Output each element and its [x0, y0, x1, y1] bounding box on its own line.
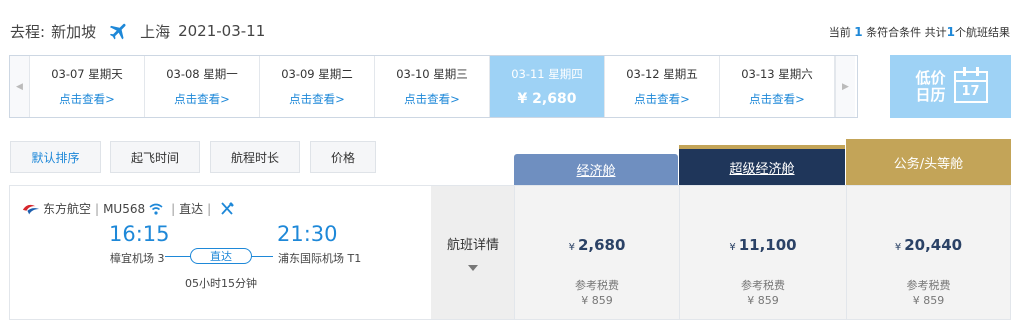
date-view-link[interactable]: 点击查看> [749, 91, 805, 107]
trip-header: 去程: 新加坡 上海 2021-03-11 [10, 18, 265, 44]
direct-badge: 直达 [190, 248, 252, 264]
date-cell[interactable]: 03-08 星期一 点击查看> [145, 56, 260, 117]
flight-details-toggle[interactable]: 航班详情 [431, 186, 515, 319]
tax-label: 参考税费 [906, 279, 951, 292]
price-cell-business[interactable]: ¥20,440 参考税费 ¥ 859 [846, 186, 1010, 319]
wifi-icon [149, 203, 163, 215]
flight-duration: 05小时15分钟 [185, 277, 257, 290]
price-amount: 11,100 [738, 236, 797, 254]
match-text: 条符合条件 共计 [866, 26, 947, 39]
date-label: 03-12 星期五 [626, 67, 698, 81]
flight-number[interactable]: MU568 [103, 202, 145, 216]
date-cell[interactable]: 03-09 星期二 点击查看> [260, 56, 375, 117]
tax-amount: ¥ 859 [747, 294, 779, 307]
price: ¥11,100 [680, 236, 846, 254]
result-prefix: 当前 [828, 26, 851, 39]
date-label: 03-07 星期天 [51, 67, 123, 81]
departure-time: 16:15 [109, 222, 170, 246]
flight-details-label: 航班详情 [446, 238, 499, 253]
price-cell-super-economy[interactable]: ¥11,100 参考税费 ¥ 859 [679, 186, 846, 319]
currency-symbol: ¥ [568, 242, 575, 253]
date-label: 03-11 星期四 [511, 67, 583, 81]
airline-info: 东方航空 | MU568 | 直达 | [22, 200, 235, 217]
prev-dates-button[interactable]: ◀ [10, 56, 30, 117]
direct-tag: 直达 [179, 202, 204, 216]
currency-symbol: ¥ [894, 242, 902, 253]
separator: | [207, 201, 212, 216]
match-count: 1 [854, 25, 863, 39]
date-label: 03-09 星期二 [281, 67, 353, 81]
airline-name: 东方航空 [43, 202, 92, 216]
tax-amount: ¥ 859 [581, 294, 613, 307]
date-cell[interactable]: 03-07 星期天 点击查看> [30, 56, 145, 117]
total-count: 1 [946, 25, 955, 39]
tax-label: 参考税费 [741, 279, 785, 292]
date-price: ¥ 2,680 [517, 91, 577, 107]
date-view-link[interactable]: 点击查看> [404, 91, 460, 107]
arrival-time: 21:30 [277, 222, 338, 246]
date-strip: ◀ 03-07 星期天 点击查看> 03-08 星期一 点击查看> 03-09 … [9, 55, 858, 118]
date-cell[interactable]: 03-10 星期三 点击查看> [375, 56, 490, 117]
direction-label: 去程: [10, 22, 46, 41]
price: ¥20,440 [847, 236, 1010, 254]
sort-departure-time-button[interactable]: 起飞时间 [110, 141, 200, 173]
china-eastern-logo [22, 204, 40, 214]
date-cell-selected[interactable]: 03-11 星期四 ¥ 2,680 [490, 56, 605, 117]
sort-duration-button[interactable]: 航程时长 [210, 141, 300, 173]
date-view-link[interactable]: 点击查看> [174, 91, 230, 107]
date-cell[interactable]: 03-13 星期六 点击查看> [720, 56, 835, 117]
arrival-airport: 浦东国际机场 T1 [278, 252, 362, 265]
currency-symbol: ¥ [729, 242, 736, 253]
price-cell-economy[interactable]: ¥2,680 参考税费 ¥ 859 [514, 186, 679, 319]
from-city: 新加坡 [51, 22, 97, 41]
airplane-icon [110, 23, 126, 40]
departure-airport: 樟宜机场 3 [110, 252, 165, 265]
price-amount: 2,680 [577, 236, 626, 254]
sort-price-button[interactable]: 价格 [310, 141, 376, 173]
date-view-link[interactable]: 点击查看> [634, 91, 690, 107]
date-label: 03-10 星期三 [396, 67, 468, 81]
calendar-day: 17 [961, 83, 980, 99]
price: ¥2,680 [515, 236, 679, 254]
date-view-link[interactable]: 点击查看> [289, 91, 345, 107]
flight-info: 东方航空 | MU568 | 直达 | 16:15 21:30 樟宜机场 3 浦… [10, 186, 431, 319]
separator: | [171, 201, 176, 216]
cabin-economy-tab[interactable]: 经济舱 [514, 154, 678, 185]
low-price-calendar-label: 低价日历 [915, 68, 946, 104]
date-label: 03-08 星期一 [166, 67, 238, 81]
to-city: 上海 [140, 22, 171, 41]
cabin-business-tab[interactable]: 公务/头等舱 [846, 139, 1011, 185]
next-dates-button[interactable]: ▶ [835, 56, 855, 117]
flight-row: 东方航空 | MU568 | 直达 | 16:15 21:30 樟宜机场 3 浦… [9, 185, 1011, 320]
tax-amount: ¥ 859 [912, 294, 945, 307]
price-amount: 20,440 [904, 236, 963, 254]
date-view-link[interactable]: 点击查看> [59, 91, 115, 107]
chevron-down-icon [468, 265, 478, 271]
calendar-icon: 17 [953, 66, 988, 103]
sort-default-button[interactable]: 默认排序 [10, 141, 101, 173]
travel-date: 2021-03-11 [178, 22, 266, 40]
meal-icon [221, 201, 235, 215]
result-summary: 当前 1 条符合条件 共计1个航班结果 [829, 24, 1010, 40]
date-cell[interactable]: 03-12 星期五 点击查看> [605, 56, 720, 117]
date-label: 03-13 星期六 [741, 67, 813, 81]
cabin-super-economy-tab[interactable]: 超级经济舱 [679, 145, 845, 185]
tax-label: 参考税费 [575, 279, 619, 292]
total-text: 个航班结果 [955, 26, 1010, 39]
separator: | [95, 201, 100, 216]
low-price-calendar-button[interactable]: 低价日历 17 [890, 55, 1011, 118]
